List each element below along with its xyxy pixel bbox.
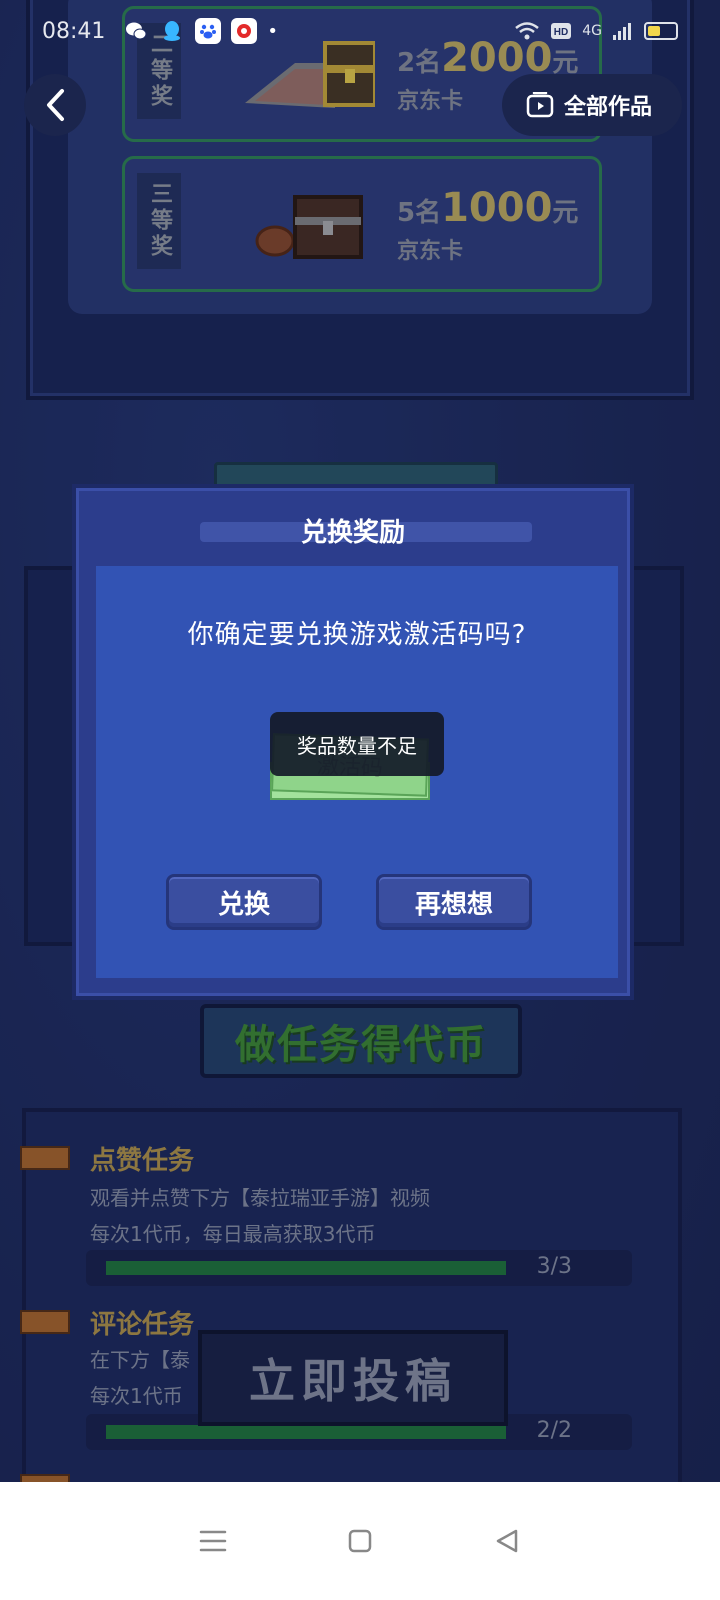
confirm-exchange-button[interactable]: 兑换 xyxy=(166,874,322,930)
status-time: 08:41 xyxy=(42,18,106,44)
more-notifications-dot-icon: • xyxy=(267,20,279,42)
triangle-back-icon xyxy=(496,1529,517,1553)
baidu-icon xyxy=(195,18,222,44)
system-navigation-bar xyxy=(0,1482,720,1600)
dialog-title: 兑换奖励 xyxy=(300,518,405,548)
all-works-button[interactable]: 全部作品 xyxy=(502,74,682,136)
red-app-icon xyxy=(231,18,258,44)
qq-icon xyxy=(159,18,185,44)
back-button[interactable] xyxy=(24,74,86,136)
svg-text:HD: HD xyxy=(554,27,568,38)
square-home-icon xyxy=(348,1529,372,1553)
wifi-icon xyxy=(515,22,540,40)
signal-icon xyxy=(613,23,631,40)
status-bar: 08:41 • HD 4G xyxy=(0,0,720,62)
dialog-question: 你确定要兑换游戏激活码吗? xyxy=(187,620,527,650)
back-nav-button[interactable] xyxy=(487,1521,527,1561)
chevron-left-icon xyxy=(47,89,64,121)
reconsider-button[interactable]: 再想想 xyxy=(376,874,532,930)
dialog-body: 你确定要兑换游戏激活码吗? 激活码 奖品数量不足 兑换 再想想 xyxy=(96,566,618,978)
exchange-reward-dialog: 兑换奖励 你确定要兑换游戏激活码吗? 激活码 奖品数量不足 兑换 再想想 xyxy=(72,484,634,1000)
toast-message: 奖品数量不足 xyxy=(270,712,444,776)
status-notification-icons: • xyxy=(123,18,278,44)
hd-icon: HD xyxy=(551,23,572,39)
battery-icon xyxy=(644,22,678,40)
home-nav-button[interactable] xyxy=(340,1521,380,1561)
menu-icon xyxy=(200,1530,227,1552)
video-play-icon xyxy=(526,92,554,118)
status-system-icons: HD 4G xyxy=(514,21,678,41)
wechat-icon xyxy=(123,18,149,44)
menu-nav-button[interactable] xyxy=(193,1521,233,1561)
network-type: 4G xyxy=(582,23,602,39)
all-works-label: 全部作品 xyxy=(564,95,653,120)
